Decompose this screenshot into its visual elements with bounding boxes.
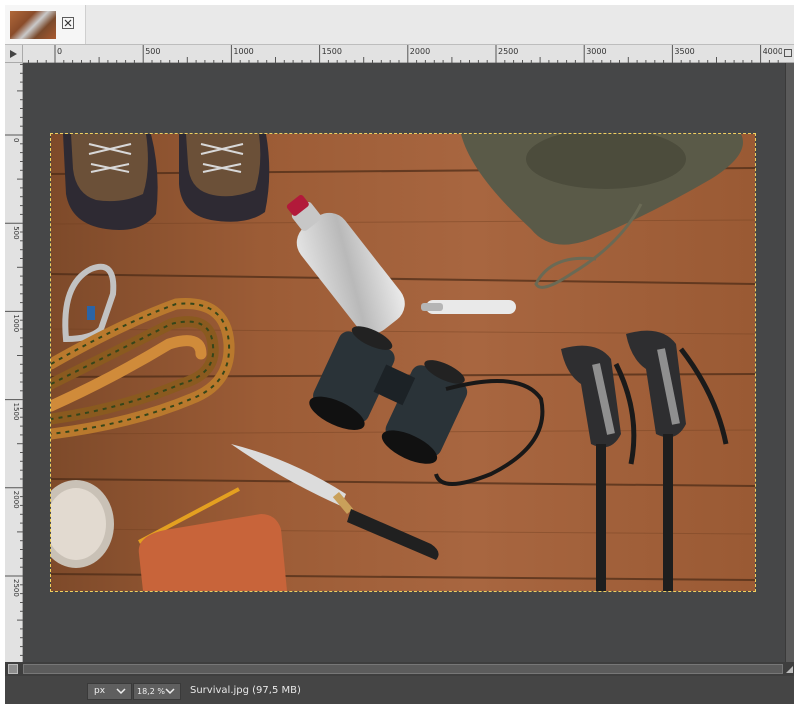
- ruler-label: 2500: [12, 579, 20, 597]
- canvas-area[interactable]: [23, 63, 785, 662]
- navigate-icon[interactable]: [782, 45, 794, 63]
- image-tab-bar: [5, 5, 794, 45]
- zoom-value: 18,2 %: [137, 687, 165, 696]
- file-info-label: Survival.jpg (97,5 MB): [190, 685, 301, 696]
- ruler-label: 1500: [322, 47, 342, 56]
- status-bar: px 18,2 % Survival.jpg (97,5 MB): [5, 676, 794, 704]
- horizontal-scroll-row: [5, 662, 794, 676]
- vertical-scrollbar[interactable]: [785, 63, 794, 662]
- unit-value: px: [94, 686, 106, 696]
- zoom-on-resize-icon[interactable]: [785, 664, 794, 674]
- horizontal-scrollbar[interactable]: [23, 664, 783, 674]
- vertical-ruler-scale: 050010001500200025003000: [5, 63, 23, 685]
- ruler-label: 1000: [233, 47, 253, 56]
- ruler-label: 500: [12, 226, 20, 239]
- horizontal-ruler[interactable]: 0 500 1000 1500 2000 2500 3000 3500 4000: [23, 45, 783, 63]
- close-icon[interactable]: [62, 17, 74, 29]
- chevron-down-icon: [116, 688, 126, 695]
- ruler-label: 2000: [12, 491, 20, 509]
- ruler-label: 500: [145, 47, 160, 56]
- horizontal-ruler-scale: 0 500 1000 1500 2000 2500 3000 3500 4000: [28, 45, 783, 63]
- unit-selector[interactable]: px: [87, 683, 132, 700]
- ruler-label: 0: [57, 47, 62, 56]
- ruler-label: 1000: [12, 314, 20, 332]
- ruler-label: 2000: [410, 47, 430, 56]
- chevron-down-icon: [165, 688, 175, 695]
- ruler-label: 3500: [674, 47, 694, 56]
- ruler-label: 4000: [763, 47, 782, 56]
- ruler-label: 0: [12, 138, 20, 142]
- survival-photo[interactable]: [51, 134, 755, 591]
- vertical-ruler[interactable]: 050010001500200025003000: [5, 63, 23, 685]
- ruler-label: 2500: [498, 47, 518, 56]
- zoom-selector[interactable]: 18,2 %: [133, 683, 181, 700]
- ruler-label: 1500: [12, 403, 20, 421]
- ruler-label: 3000: [586, 47, 606, 56]
- image-window: 0 500 1000 1500 2000 2500 3000 3500 4000 0 500 100…: [5, 5, 794, 704]
- quick-mask-toggle[interactable]: [8, 664, 18, 674]
- image-tab[interactable]: [5, 5, 86, 44]
- image-layer-boundary[interactable]: [50, 133, 756, 592]
- ruler-menu-button[interactable]: [5, 45, 23, 63]
- image-thumbnail[interactable]: [10, 11, 56, 39]
